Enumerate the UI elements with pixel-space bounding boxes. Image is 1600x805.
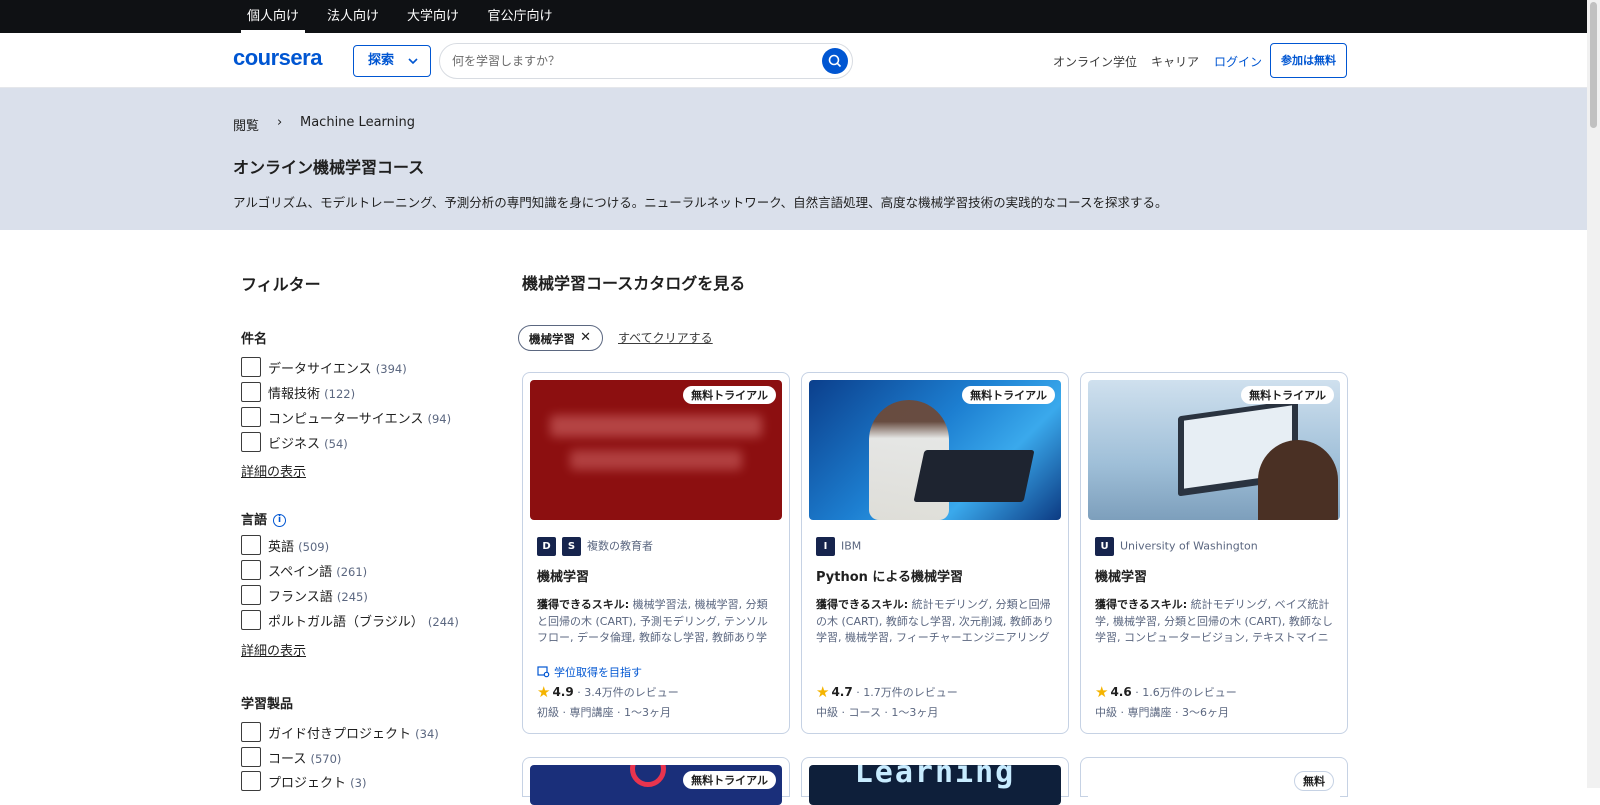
- partner-info: D S 複数の教育者: [537, 537, 653, 557]
- checkbox[interactable]: [241, 432, 261, 452]
- course-title[interactable]: Python による機械学習: [816, 566, 963, 585]
- info-icon[interactable]: i: [273, 514, 287, 527]
- partner-logo: D: [537, 537, 556, 556]
- course-image: 無料トライアル: [809, 380, 1061, 520]
- breadcrumb-browse[interactable]: 閲覧: [233, 115, 259, 134]
- audience-bar: 個人向け 法人向け 大学向け 官公庁向け: [0, 0, 1587, 33]
- explore-label: 探索: [368, 53, 395, 68]
- course-image: Learning: [809, 765, 1061, 805]
- partner-logo: S: [562, 537, 581, 556]
- hero-banner: 閲覧 › Machine Learning オンライン機械学習コース アルゴリズ…: [0, 88, 1587, 230]
- careers-link[interactable]: キャリア: [1151, 53, 1199, 70]
- filter-group-subject: 件名: [241, 332, 268, 347]
- tab-universities[interactable]: 大学向け: [400, 0, 466, 33]
- star-icon: ★: [537, 683, 551, 701]
- checkbox[interactable]: [241, 722, 261, 742]
- login-link[interactable]: ログイン: [1214, 53, 1262, 70]
- filter-group-language: 言語 i: [241, 509, 287, 528]
- breadcrumb-current: Machine Learning: [300, 115, 415, 130]
- scrollbar-thumb[interactable]: [1590, 2, 1597, 128]
- course-card[interactable]: Learning: [801, 757, 1069, 805]
- partner-info: I IBM: [816, 537, 861, 557]
- coursera-logo[interactable]: coursera: [233, 45, 322, 71]
- star-icon: ★: [816, 683, 830, 701]
- page-title: オンライン機械学習コース: [233, 158, 425, 177]
- checkbox[interactable]: [241, 585, 261, 605]
- chevron-down-icon: [408, 46, 418, 88]
- tab-government[interactable]: 官公庁向け: [480, 0, 560, 33]
- course-image: 無料トライアル: [530, 765, 782, 805]
- clear-all-link[interactable]: すべてクリアする: [618, 329, 713, 346]
- course-image: 無料トライアル: [1088, 380, 1340, 520]
- partner-logo: U: [1095, 537, 1114, 556]
- course-rating: ★ 4.9 · 3.4万件のレビュー: [537, 683, 679, 701]
- course-card[interactable]: 無料トライアル I IBM Python による機械学習 獲得できるスキル: 統計…: [801, 372, 1069, 734]
- join-free-button[interactable]: 参加は無料: [1270, 43, 1347, 78]
- close-icon[interactable]: ✕: [580, 330, 591, 345]
- partner-info: U University of Washington: [1095, 537, 1258, 557]
- page-description: アルゴリズム、モデルトレーニング、予測分析の専門知識を身につける。ニューラルネッ…: [233, 195, 1168, 210]
- course-rating: ★ 4.6 · 1.6万件のレビュー: [1095, 683, 1237, 701]
- course-skills: 獲得できるスキル: 統計モデリング, 分類と回帰の木 (CART), 教師なし学…: [816, 598, 1054, 644]
- search-box: [439, 43, 853, 79]
- partner-logo: I: [816, 537, 835, 556]
- search-input[interactable]: [452, 44, 812, 78]
- course-meta: 中級 · 専門講座 · 3～6ヶ月: [1095, 706, 1229, 719]
- search-icon: [828, 54, 842, 68]
- tab-individuals[interactable]: 個人向け: [241, 0, 305, 33]
- filter-group-product: 学習製品: [241, 697, 294, 712]
- checkbox[interactable]: [241, 357, 261, 377]
- checkbox[interactable]: [241, 771, 261, 791]
- course-meta: 中級 · コース · 1～3ヶ月: [816, 706, 939, 719]
- course-card[interactable]: 無料トライアル U University of Washington 機械学習 獲…: [1080, 372, 1348, 734]
- checkbox[interactable]: [241, 407, 261, 427]
- degree-credit: 学位取得を目指す: [537, 664, 642, 680]
- free-trial-badge: 無料トライアル: [683, 771, 776, 789]
- course-rating: ★ 4.7 · 1.7万件のレビュー: [816, 683, 958, 701]
- course-title[interactable]: 機械学習: [537, 566, 589, 585]
- checkbox[interactable]: [241, 610, 261, 630]
- chip-label: 機械学習: [529, 332, 575, 346]
- site-header: coursera 探索 オンライン学位 キャリア ログイン 参加は無料: [0, 33, 1587, 88]
- explore-button[interactable]: 探索: [353, 45, 431, 77]
- course-image: 無料トライアル: [530, 380, 782, 520]
- active-filter-chip[interactable]: 機械学習 ✕: [518, 325, 603, 351]
- course-image: 無料: [1088, 765, 1340, 805]
- course-image-text: Learning: [854, 765, 1016, 790]
- course-title[interactable]: 機械学習: [1095, 566, 1147, 585]
- course-meta: 初級 · 専門講座 · 1～3ヶ月: [537, 706, 671, 719]
- checkbox[interactable]: [241, 560, 261, 580]
- course-card[interactable]: 無料: [1080, 757, 1348, 805]
- course-card[interactable]: 無料トライアル: [522, 757, 790, 805]
- checkbox[interactable]: [241, 382, 261, 402]
- free-badge: 無料: [1294, 771, 1334, 791]
- checkbox[interactable]: [241, 535, 261, 555]
- course-skills: 獲得できるスキル: 機械学習法, 機械学習, 分類と回帰の木 (CART), 予…: [537, 598, 768, 644]
- degree-icon: [537, 666, 550, 678]
- show-more-language[interactable]: 詳細の表示: [241, 640, 306, 659]
- star-icon: ★: [1095, 683, 1109, 701]
- search-button[interactable]: [822, 48, 848, 74]
- filters-title: フィルター: [241, 275, 321, 294]
- free-trial-badge: 無料トライアル: [1241, 386, 1334, 404]
- catalog-title: 機械学習コースカタログを見る: [522, 274, 746, 293]
- course-skills: 獲得できるスキル: 統計モデリング, ベイズ統計学, 機械学習, 分類と回帰の木…: [1095, 598, 1333, 644]
- page-scrollbar[interactable]: [1587, 0, 1600, 788]
- free-trial-badge: 無料トライアル: [962, 386, 1055, 404]
- checkbox[interactable]: [241, 747, 261, 767]
- breadcrumb-separator: ›: [277, 115, 283, 130]
- tab-business[interactable]: 法人向け: [320, 0, 386, 33]
- free-trial-badge: 無料トライアル: [683, 386, 776, 404]
- online-degrees-link[interactable]: オンライン学位: [1053, 53, 1137, 70]
- show-more-subject[interactable]: 詳細の表示: [241, 461, 306, 480]
- course-card[interactable]: 無料トライアル D S 複数の教育者 機械学習 獲得できるスキル: 機械学習法, 機…: [522, 372, 790, 734]
